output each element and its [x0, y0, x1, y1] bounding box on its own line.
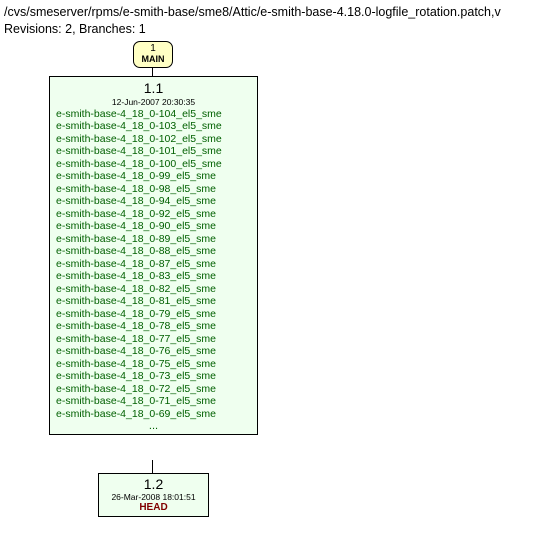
revision-date: 12-Jun-2007 20:30:35 [56, 97, 251, 107]
edge-rev1-to-rev2 [152, 460, 153, 473]
revision-node-1-2[interactable]: 1.2 26-Mar-2008 18:01:51 HEAD [98, 473, 209, 517]
revision-tag: e-smith-base-4_18_0-92_el5_sme [56, 208, 251, 221]
revision-tag: e-smith-base-4_18_0-104_el5_sme [56, 108, 251, 121]
revision-tag: e-smith-base-4_18_0-72_el5_sme [56, 383, 251, 396]
revision-tag: e-smith-base-4_18_0-87_el5_sme [56, 258, 251, 271]
revision-tag: e-smith-base-4_18_0-78_el5_sme [56, 320, 251, 333]
revision-tag: e-smith-base-4_18_0-90_el5_sme [56, 220, 251, 233]
revision-number: 1.2 [105, 477, 202, 492]
revision-number: 1.1 [56, 81, 251, 96]
revision-tag: e-smith-base-4_18_0-102_el5_sme [56, 133, 251, 146]
revision-graph: 1 MAIN 1.1 12-Jun-2007 20:30:35 e-smith-… [4, 40, 544, 537]
revision-tags-ellipsis: ... [56, 420, 251, 432]
revision-tag: e-smith-base-4_18_0-76_el5_sme [56, 345, 251, 358]
revision-tag: e-smith-base-4_18_0-100_el5_sme [56, 158, 251, 171]
revision-tag: e-smith-base-4_18_0-82_el5_sme [56, 283, 251, 296]
revision-date: 26-Mar-2008 18:01:51 [105, 492, 202, 502]
revision-head-tag: HEAD [105, 502, 202, 513]
revision-tag: e-smith-base-4_18_0-88_el5_sme [56, 245, 251, 258]
revision-stats: Revisions: 2, Branches: 1 [4, 21, 548, 38]
revision-tag: e-smith-base-4_18_0-83_el5_sme [56, 270, 251, 283]
branch-number: 1 [134, 44, 172, 54]
revision-tag: e-smith-base-4_18_0-94_el5_sme [56, 195, 251, 208]
file-path: /cvs/smeserver/rpms/e-smith-base/sme8/At… [4, 4, 548, 21]
revision-tag: e-smith-base-4_18_0-101_el5_sme [56, 145, 251, 158]
revision-node-1-1[interactable]: 1.1 12-Jun-2007 20:30:35 e-smith-base-4_… [49, 76, 258, 436]
revision-tag: e-smith-base-4_18_0-89_el5_sme [56, 233, 251, 246]
branch-node-main[interactable]: 1 MAIN [133, 41, 173, 68]
revision-tag: e-smith-base-4_18_0-71_el5_sme [56, 395, 251, 408]
revision-tag: e-smith-base-4_18_0-69_el5_sme [56, 408, 251, 421]
revision-tag: e-smith-base-4_18_0-73_el5_sme [56, 370, 251, 383]
revision-tag: e-smith-base-4_18_0-77_el5_sme [56, 333, 251, 346]
revision-tag: e-smith-base-4_18_0-98_el5_sme [56, 183, 251, 196]
revision-tag: e-smith-base-4_18_0-99_el5_sme [56, 170, 251, 183]
revision-tag: e-smith-base-4_18_0-75_el5_sme [56, 358, 251, 371]
revision-tag: e-smith-base-4_18_0-103_el5_sme [56, 120, 251, 133]
branch-name: MAIN [134, 54, 172, 64]
revision-tag: e-smith-base-4_18_0-81_el5_sme [56, 295, 251, 308]
revision-tag: e-smith-base-4_18_0-79_el5_sme [56, 308, 251, 321]
